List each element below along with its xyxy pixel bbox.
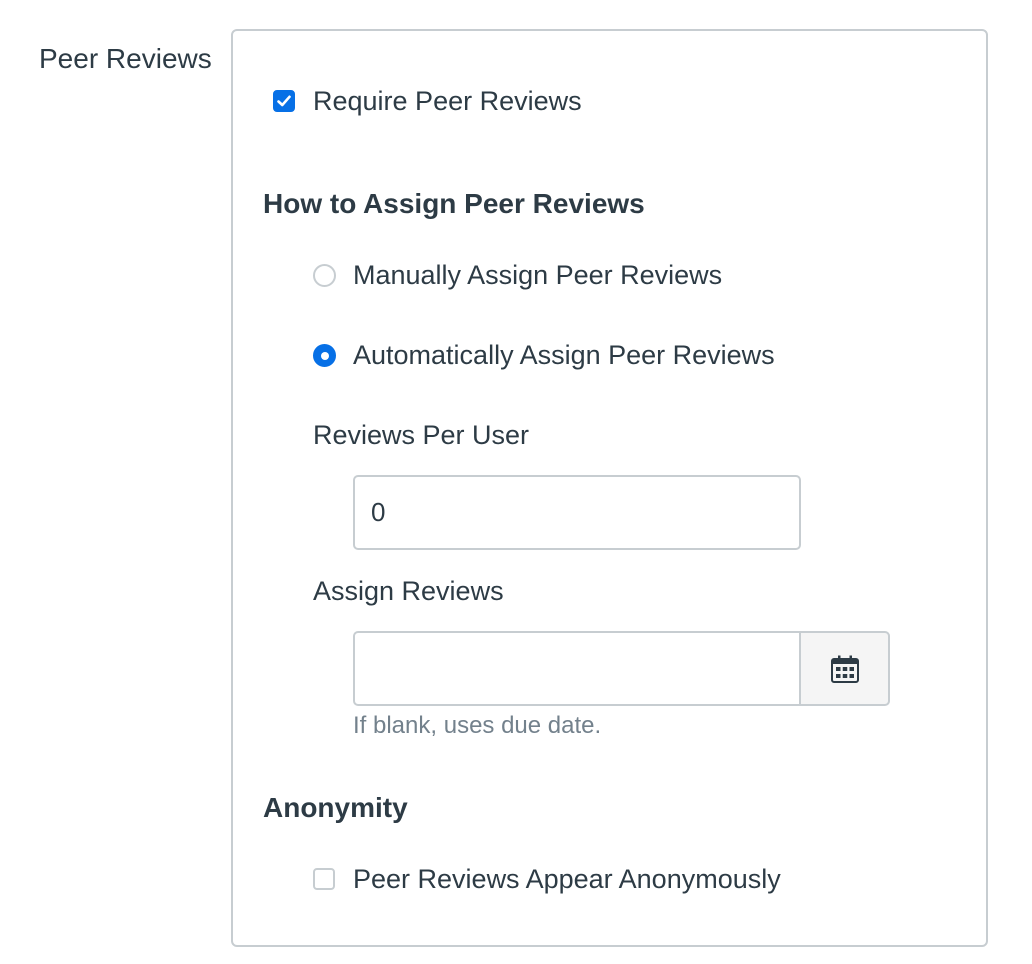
peer-reviews-panel: Require Peer Reviews How to Assign Peer … <box>231 29 988 947</box>
reviews-per-user-input[interactable] <box>353 475 801 550</box>
require-peer-reviews-checkbox[interactable] <box>273 90 295 112</box>
section-label-peer-reviews: Peer Reviews <box>39 43 212 74</box>
assign-reviews-hint: If blank, uses due date. <box>353 712 602 739</box>
assign-method-heading: How to Assign Peer Reviews <box>263 188 645 219</box>
reviews-per-user-label: Reviews Per User <box>313 420 530 450</box>
manual-assign-label[interactable]: Manually Assign Peer Reviews <box>353 259 722 291</box>
assign-reviews-date-input[interactable] <box>353 631 801 706</box>
automatic-assign-radio[interactable] <box>313 344 336 367</box>
anonymous-reviews-checkbox[interactable] <box>313 868 335 890</box>
require-peer-reviews-label[interactable]: Require Peer Reviews <box>313 85 582 117</box>
checkmark-icon <box>277 95 291 107</box>
automatic-assign-label[interactable]: Automatically Assign Peer Reviews <box>353 339 775 371</box>
calendar-icon <box>830 655 859 683</box>
radio-selected-dot <box>320 351 329 360</box>
assign-reviews-label: Assign Reviews <box>313 576 504 606</box>
calendar-button[interactable] <box>800 631 890 706</box>
anonymous-reviews-label[interactable]: Peer Reviews Appear Anonymously <box>353 863 781 895</box>
anonymity-heading: Anonymity <box>263 792 408 823</box>
manual-assign-radio[interactable] <box>313 264 336 287</box>
